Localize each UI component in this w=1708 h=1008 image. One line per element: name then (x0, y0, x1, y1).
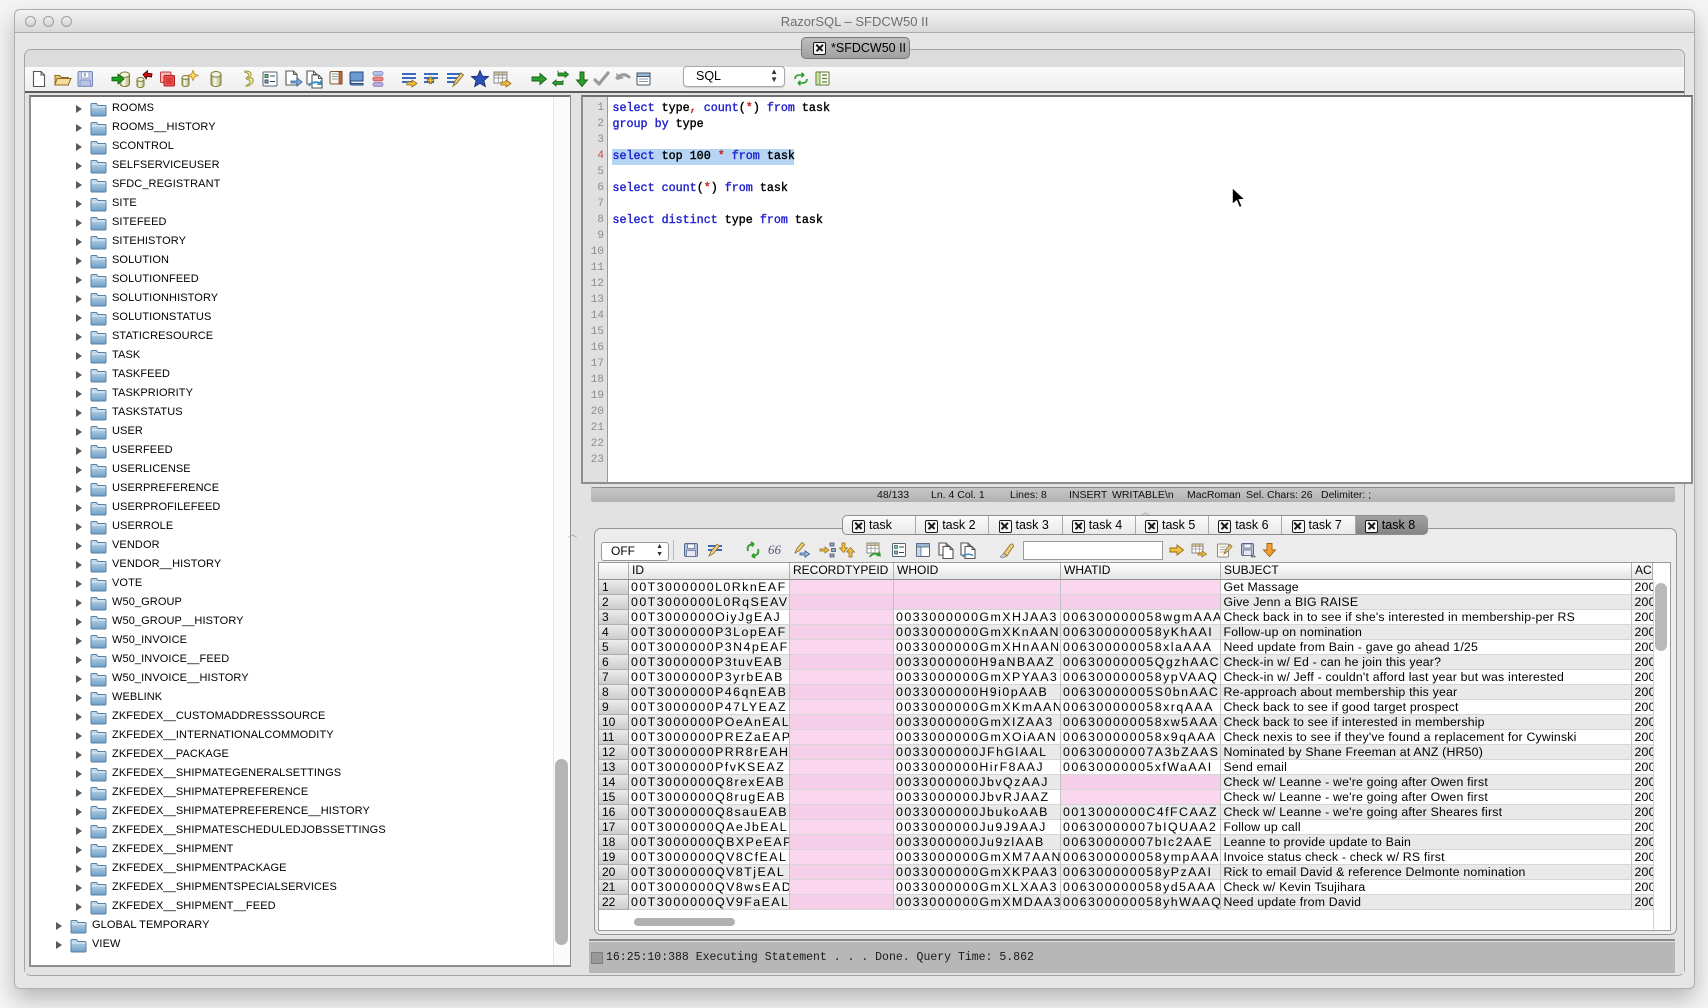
svg-text:66: 66 (768, 542, 782, 557)
